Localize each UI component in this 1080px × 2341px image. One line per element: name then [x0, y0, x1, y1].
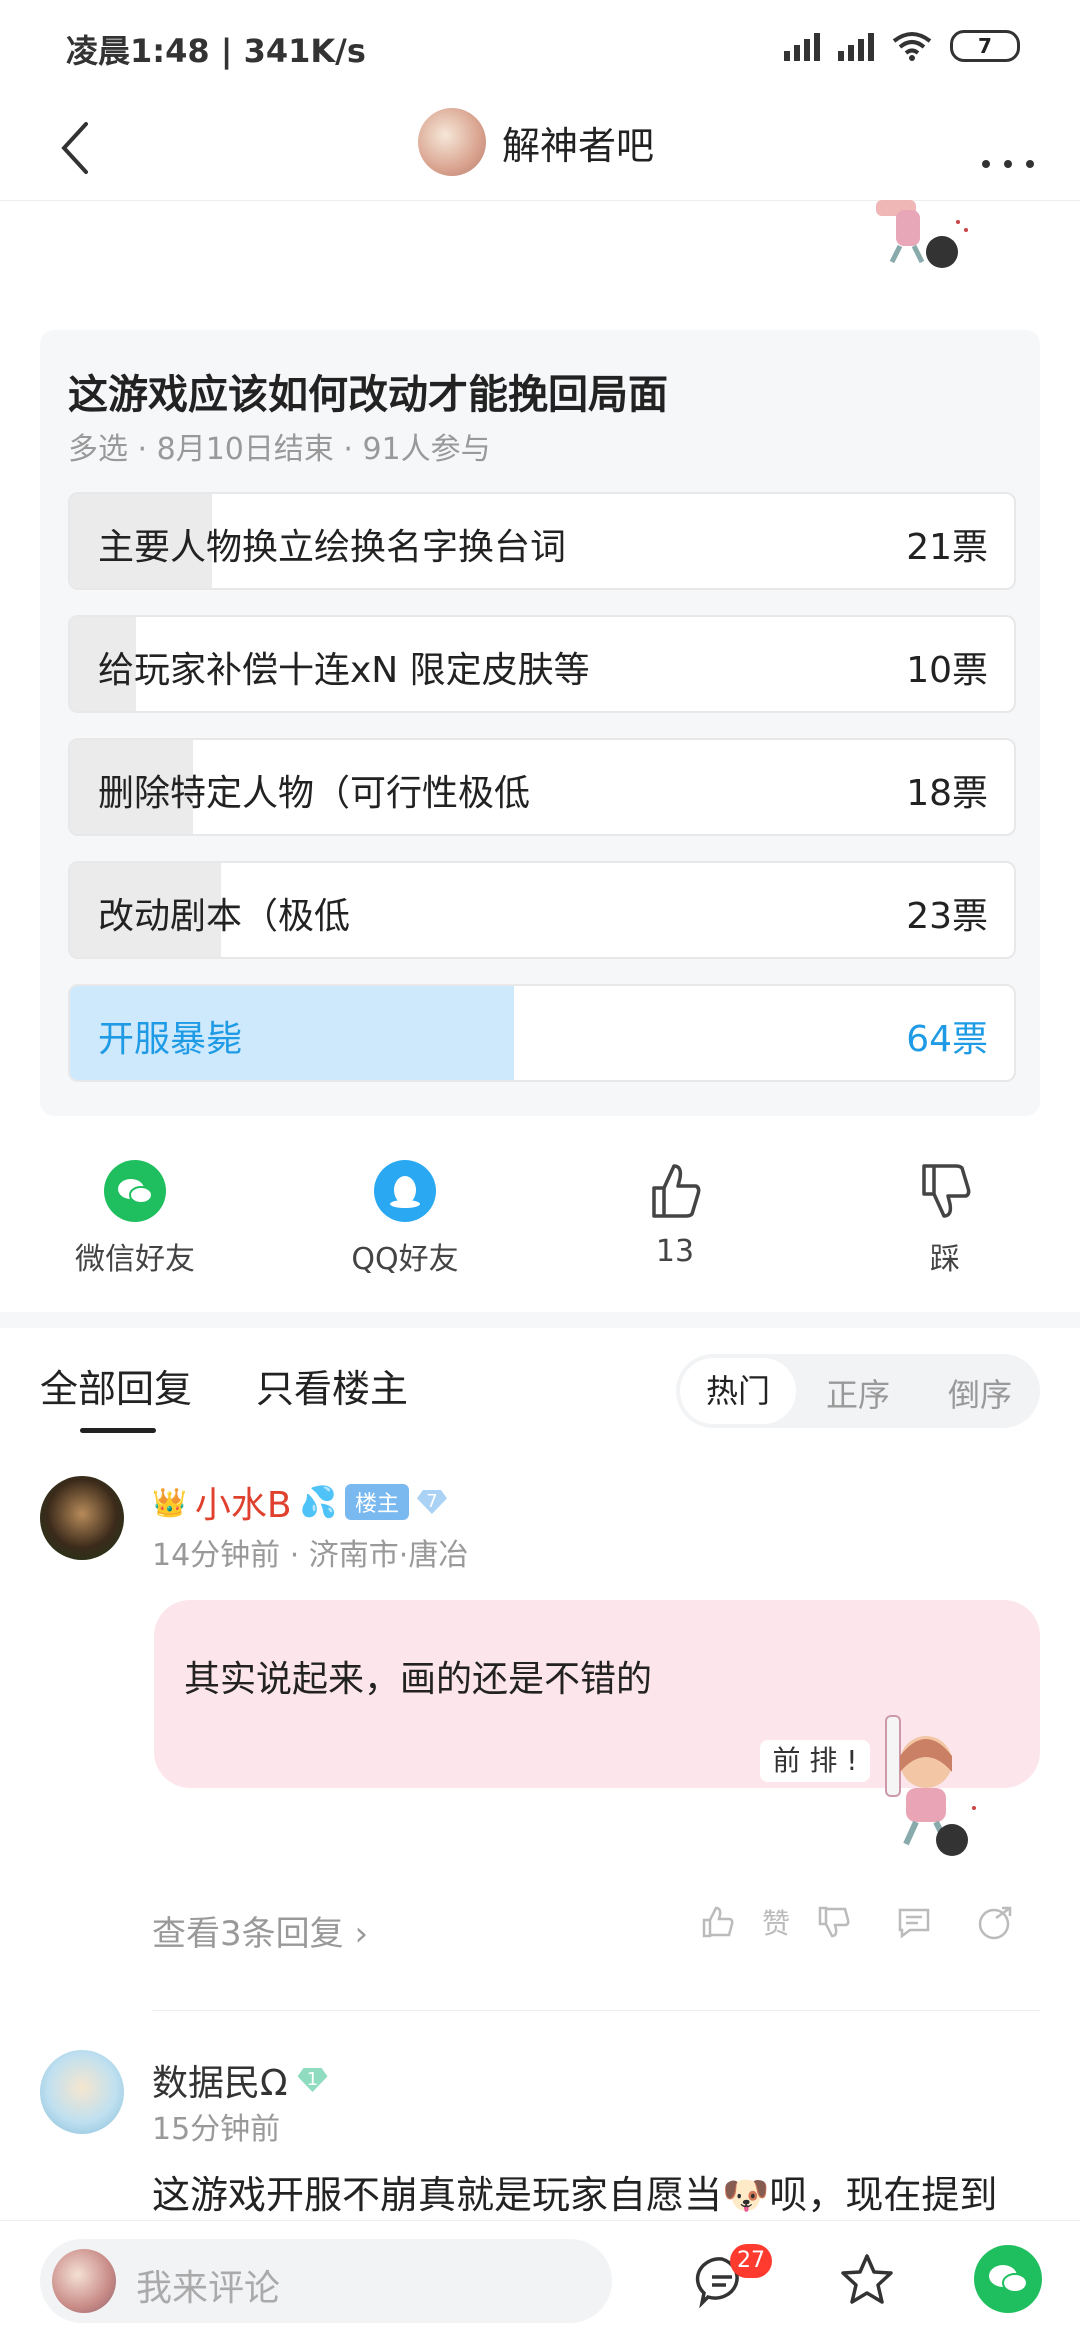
view-replies-link[interactable]: 查看3条回复 ›: [152, 1906, 368, 1955]
share-wechat-button[interactable]: 微信好友: [35, 1160, 235, 1278]
poll-option-label: 给玩家补偿十连xN 限定皮肤等: [98, 650, 590, 691]
sort-ascending[interactable]: 正序: [826, 1370, 890, 1416]
sort-switch: 热门 正序 倒序: [676, 1354, 1040, 1428]
poll-card: 这游戏应该如何改动才能挽回局面 多选 · 8月10日结束 · 91人参与 主要人…: [40, 330, 1040, 1116]
comment-text: 这游戏开服不崩真就是玩家自愿当🐶呗，现在提到: [152, 2164, 997, 2219]
poll-option-votes: 21票: [906, 527, 988, 568]
crown-icon: 👑: [152, 1485, 187, 1519]
forum-name: 解神者吧: [502, 123, 655, 168]
poll-option[interactable]: 主要人物换立绘换名字换台词 21票: [68, 492, 1016, 590]
poll-option[interactable]: 给玩家补偿十连xN 限定皮肤等 10票: [68, 615, 1016, 713]
comment-header: 数据民Ω 1: [152, 2054, 328, 2106]
poll-option-label: 改动剧本（极低: [98, 896, 351, 937]
comment-meta: 15分钟前: [152, 2112, 281, 2147]
reply-icon[interactable]: [894, 1904, 934, 1940]
sticker-image: [866, 1712, 996, 1866]
comment-count-badge: 27: [730, 2244, 772, 2278]
comment-text-part: 呗，现在提到: [769, 2173, 998, 2217]
like-count: 13: [655, 1234, 695, 1269]
poll-option-label: 开服暴毙: [98, 1019, 243, 1060]
comment-header: 👑 小水B 💦 楼主 7: [152, 1476, 447, 1528]
level-badge: 1: [297, 2068, 328, 2092]
signal-icon: [838, 31, 874, 61]
avatar[interactable]: [40, 1476, 124, 1560]
username[interactable]: 小水B: [195, 1476, 292, 1528]
tab-owner-only[interactable]: 只看楼主: [256, 1358, 408, 1413]
comment-input-placeholder: 我来评论: [136, 2268, 281, 2309]
battery-icon: 7: [950, 30, 1020, 62]
like-label[interactable]: 赞: [762, 1902, 790, 1942]
sticker-caption: 前 排 !: [760, 1740, 870, 1782]
back-icon[interactable]: [60, 120, 90, 190]
poll-option-label: 主要人物换立绘换名字换台词: [98, 527, 567, 568]
thumbs-up-icon: [644, 1160, 706, 1222]
poll-option-votes: 64票: [906, 1019, 988, 1060]
more-icon[interactable]: [980, 130, 1036, 181]
status-icons: 7: [784, 30, 1020, 62]
dislike-label: 踩: [930, 1242, 960, 1277]
poll-meta: 多选 · 8月10日结束 · 91人参与: [68, 432, 491, 467]
share-qq-button[interactable]: QQ好友: [305, 1160, 505, 1278]
share-wechat-label: 微信好友: [75, 1242, 195, 1277]
water-drop-icon: 💦: [299, 1484, 337, 1520]
sticker-image: [870, 200, 980, 280]
wechat-share-icon[interactable]: [974, 2245, 1042, 2313]
dog-emoji-icon: 🐶: [722, 2173, 770, 2217]
forum-avatar: [418, 108, 486, 176]
sort-descending[interactable]: 倒序: [948, 1370, 1012, 1416]
poll-option-selected[interactable]: 开服暴毙 64票: [68, 984, 1016, 1082]
view-replies-label: 查看3条回复: [152, 1914, 344, 1954]
comment-input[interactable]: 我来评论: [40, 2239, 612, 2323]
thumbs-down-icon: [914, 1160, 976, 1222]
wechat-icon: [104, 1160, 166, 1222]
my-avatar: [52, 2249, 116, 2313]
forum-title[interactable]: 解神者吧: [418, 108, 654, 176]
tab-all-replies[interactable]: 全部回复: [40, 1358, 192, 1413]
comment-text: 其实说起来，画的还是不错的: [184, 1659, 653, 1700]
username[interactable]: 数据民Ω: [152, 2054, 288, 2106]
bottom-bar: 我来评论: [0, 2220, 1080, 2341]
poll-option[interactable]: 删除特定人物（可行性极低 18票: [68, 738, 1016, 836]
status-bar: 凌晨1:48 | 341K/s 7: [0, 0, 1080, 100]
thumbs-down-icon[interactable]: [816, 1904, 852, 1940]
share-icon[interactable]: [976, 1904, 1016, 1940]
hd-signal-icon: [784, 31, 820, 61]
chevron-right-icon: ›: [354, 1914, 369, 1954]
sort-hot[interactable]: 热门: [680, 1358, 796, 1424]
comment-meta: 14分钟前 · 济南市·唐冶: [152, 1538, 469, 1573]
poll-option-votes: 23票: [906, 896, 988, 937]
level-badge: 7: [416, 1490, 447, 1514]
poll-option-votes: 18票: [906, 773, 988, 814]
avatar[interactable]: [40, 2050, 124, 2134]
qq-icon: [374, 1160, 436, 1222]
share-qq-label: QQ好友: [351, 1242, 459, 1277]
poll-title: 这游戏应该如何改动才能挽回局面: [68, 372, 668, 418]
poll-option[interactable]: 改动剧本（极低 23票: [68, 861, 1016, 959]
comment-text-part: 这游戏开服不崩真就是玩家自愿当: [152, 2173, 723, 2217]
poll-option-label: 删除特定人物（可行性极低: [98, 773, 531, 814]
like-button[interactable]: 13: [575, 1160, 775, 1269]
owner-badge: 楼主: [344, 1484, 409, 1520]
comment-actions: 赞: [700, 1902, 1016, 1942]
tab-active-indicator: [80, 1428, 156, 1433]
section-divider: [0, 1312, 1080, 1328]
top-nav: 解神者吧: [0, 100, 1080, 201]
comment-divider: [152, 2010, 1040, 2011]
dislike-button[interactable]: 踩: [845, 1160, 1045, 1278]
star-icon[interactable]: [838, 2251, 896, 2309]
thumbs-up-icon[interactable]: [700, 1904, 736, 1940]
poll-option-votes: 10票: [906, 650, 988, 691]
status-time: 凌晨1:48 | 341K/s: [66, 32, 366, 70]
wifi-icon: [892, 32, 932, 61]
